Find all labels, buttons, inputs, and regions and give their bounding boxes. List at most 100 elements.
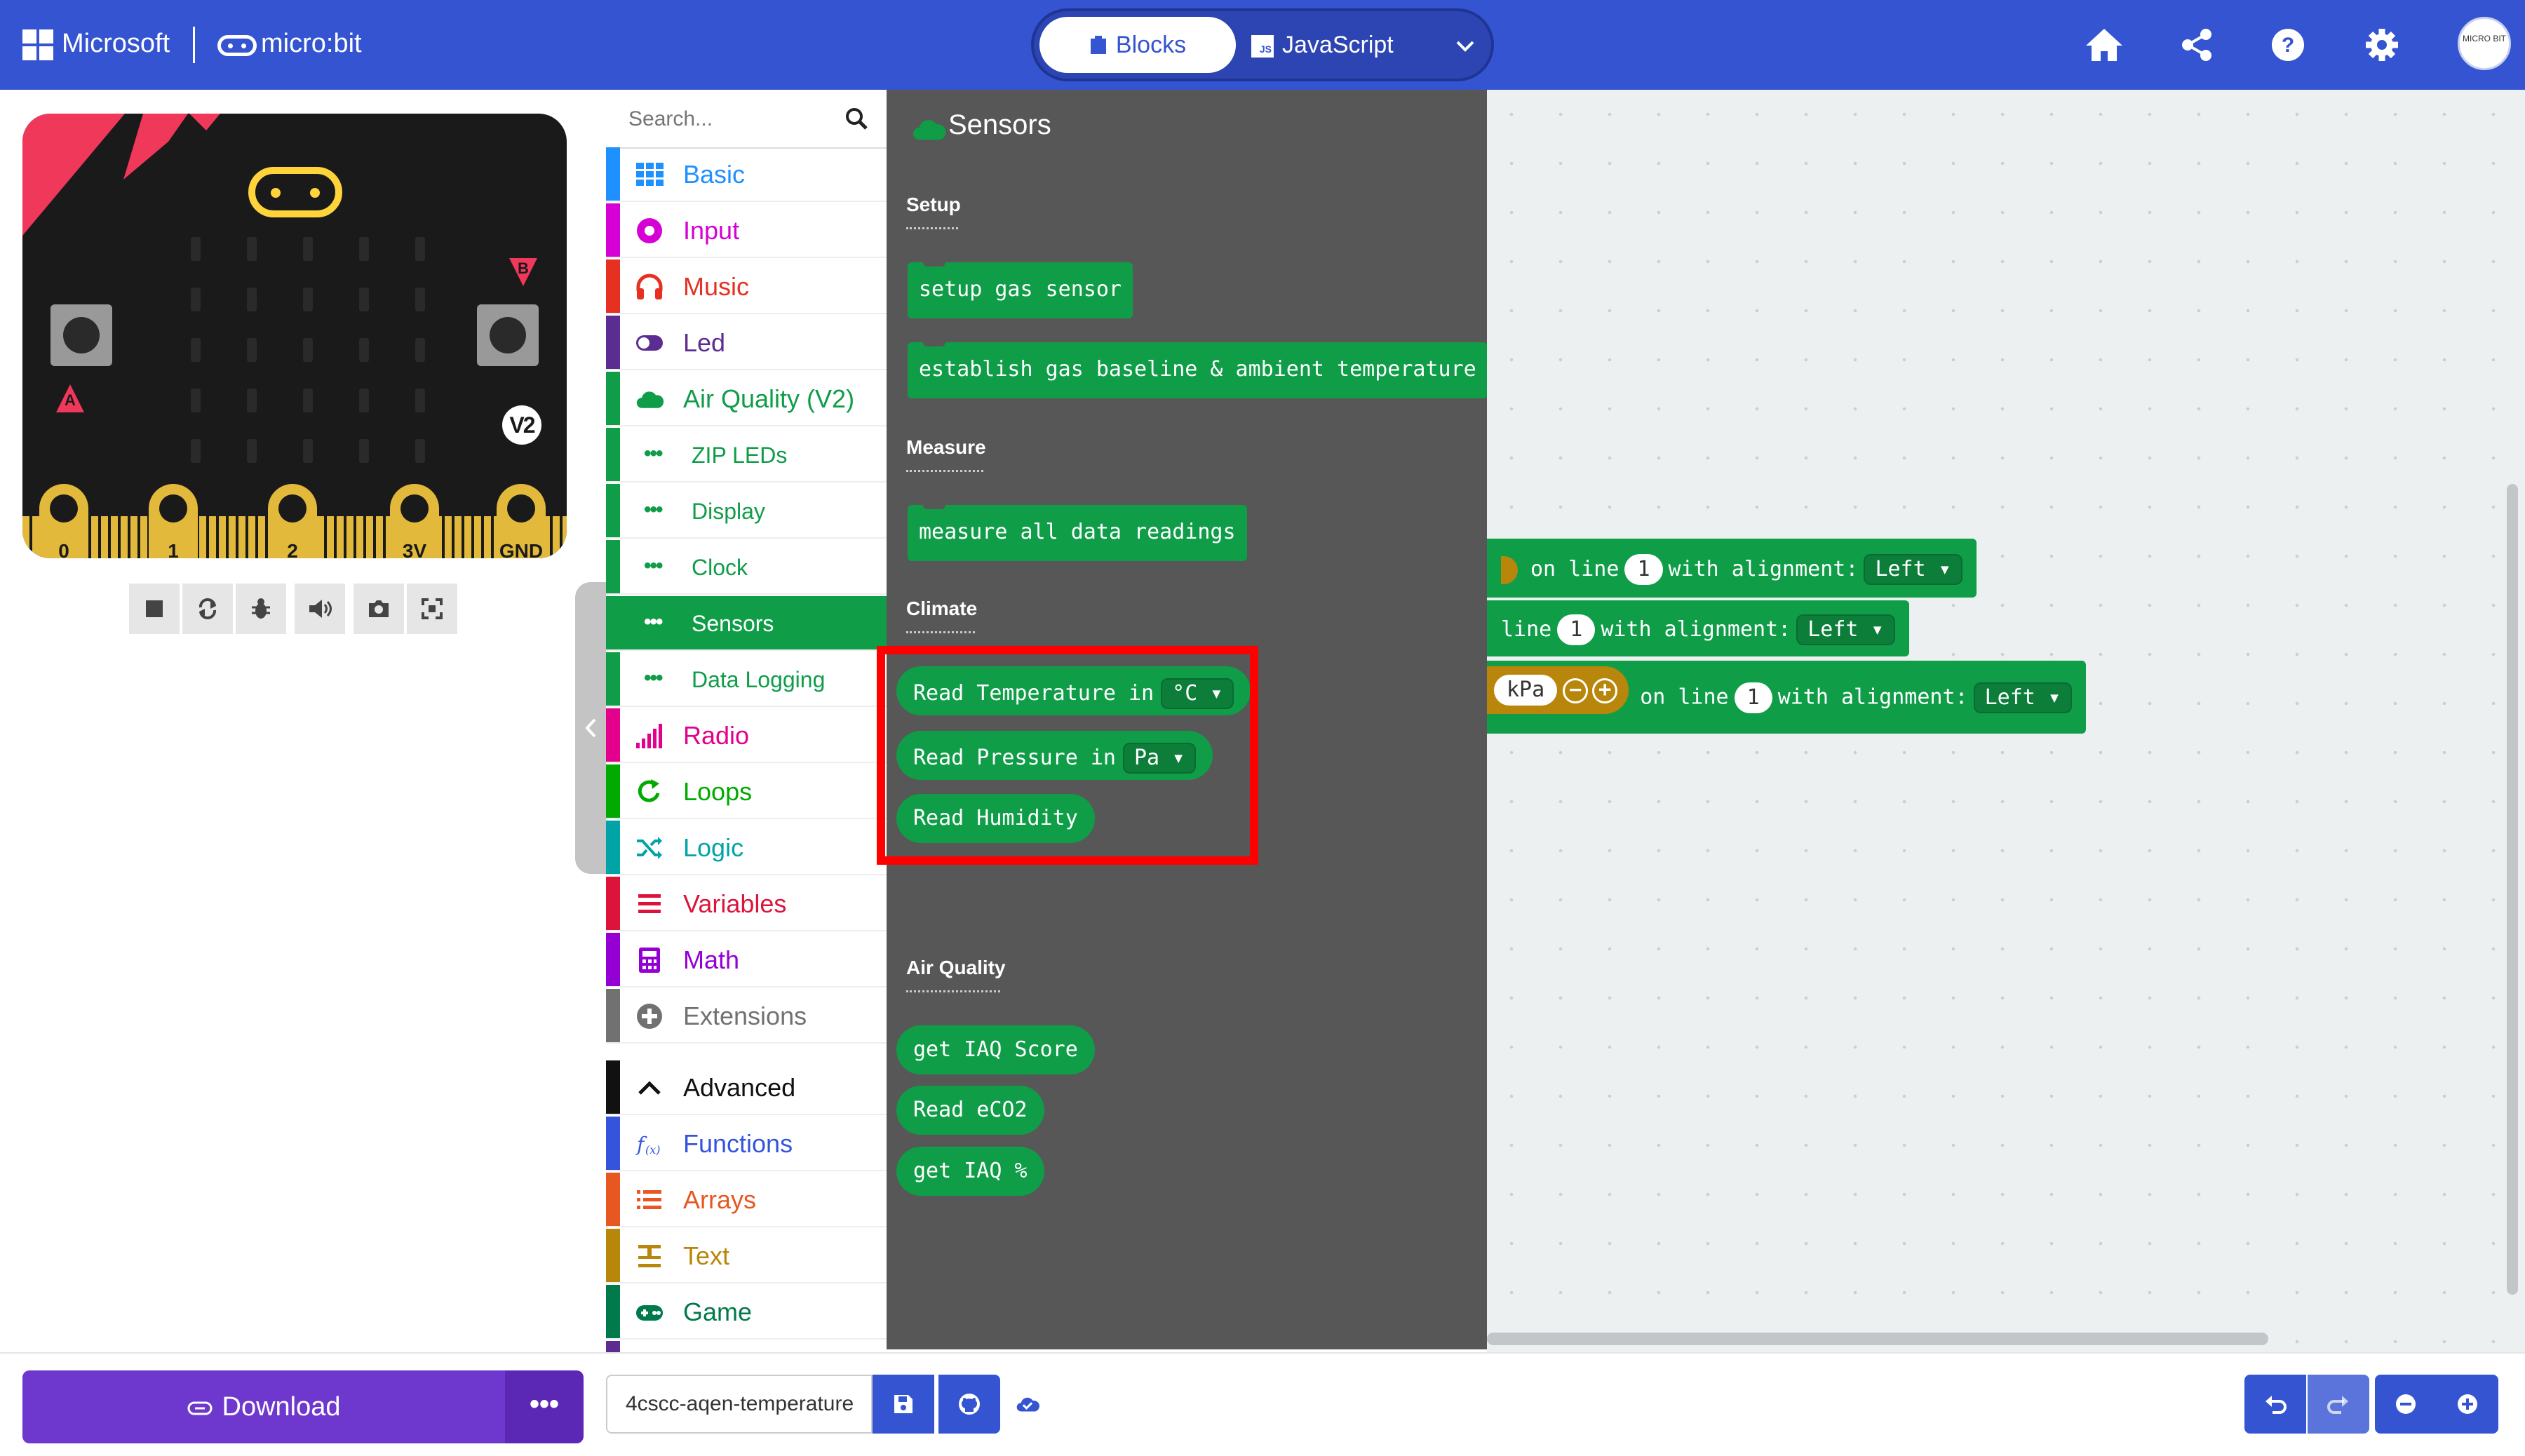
tab-javascript[interactable]: JS JavaScript: [1251, 17, 1434, 73]
category-label: Loops: [683, 777, 753, 806]
category-label: Music: [683, 272, 750, 301]
alignment-dropdown[interactable]: Left ▾: [1796, 614, 1895, 645]
horizontal-scrollbar[interactable]: [1487, 1333, 2268, 1345]
more-options-button[interactable]: •••: [505, 1370, 584, 1443]
link-icon: [187, 1401, 212, 1415]
brand-microsoft[interactable]: Microsoft: [62, 28, 170, 59]
language-dropdown-button[interactable]: [1441, 17, 1490, 73]
github-button[interactable]: [938, 1375, 1000, 1434]
alignment-dropdown[interactable]: Left ▾: [1973, 682, 2072, 713]
mute-icon[interactable]: [295, 584, 345, 634]
help-icon[interactable]: ?: [2263, 20, 2313, 70]
home-icon[interactable]: [2079, 20, 2129, 70]
category-label: Arrays: [683, 1185, 757, 1214]
category-arrays[interactable]: Arrays: [606, 1173, 887, 1227]
category-extensions[interactable]: Extensions: [606, 989, 887, 1044]
fullscreen-icon[interactable]: [407, 584, 457, 634]
block-establish-baseline[interactable]: establish gas baseline & ambient tempera…: [908, 342, 1488, 398]
subcategory-clock[interactable]: ••• Clock: [606, 540, 887, 595]
button-a[interactable]: [50, 304, 112, 366]
shuffle-icon: [637, 837, 662, 859]
block-get-iaq-percent[interactable]: get IAQ %: [896, 1147, 1044, 1196]
workspace-block-line2[interactable]: line 1 with alignment: Left ▾: [1487, 600, 1909, 656]
block-read-eco2[interactable]: Read eCO2: [896, 1086, 1044, 1135]
stop-icon[interactable]: [129, 584, 180, 634]
zoom-in-button[interactable]: [2437, 1375, 2498, 1434]
microbit-logo-icon[interactable]: [217, 35, 257, 56]
caret-down-icon: ▾: [1871, 617, 1884, 642]
workspace-block-line3[interactable]: kPa − + on line 1 with alignment: Left ▾: [1487, 661, 2086, 734]
save-button[interactable]: [873, 1375, 934, 1434]
pressure-reporter[interactable]: kPa − +: [1487, 666, 1629, 714]
restart-icon[interactable]: [182, 584, 233, 634]
category-radio[interactable]: Radio: [606, 708, 887, 763]
alignment-dropdown[interactable]: Left ▾: [1864, 554, 1962, 585]
category-led[interactable]: Led: [606, 316, 887, 370]
category-math[interactable]: Math: [606, 933, 887, 987]
gamepad-icon: [636, 1305, 663, 1321]
project-name-input[interactable]: [606, 1375, 873, 1434]
debug-icon[interactable]: [236, 584, 286, 634]
search-input[interactable]: [627, 101, 840, 137]
collapse-simulator-button[interactable]: [575, 582, 606, 874]
github-icon: [959, 1394, 980, 1415]
tab-blocks[interactable]: Blocks: [1039, 17, 1236, 73]
category-label: Air Quality (V2): [683, 384, 855, 413]
line-number-input[interactable]: 1: [1624, 554, 1663, 585]
category-game[interactable]: Game: [606, 1285, 887, 1340]
search-icon[interactable]: [844, 107, 868, 130]
brand-microbit[interactable]: micro:bit: [261, 28, 362, 59]
touch-logo[interactable]: [248, 167, 342, 217]
category-variables[interactable]: Variables: [606, 877, 887, 931]
block-text: setup gas sensor: [919, 277, 1122, 302]
category-basic[interactable]: Basic: [606, 147, 887, 202]
settings-icon[interactable]: [2357, 20, 2407, 70]
line-number-input[interactable]: 1: [1734, 682, 1772, 713]
line-number-input[interactable]: 1: [1557, 614, 1596, 645]
subcategory-zip-leds[interactable]: ••• ZIP LEDs: [606, 428, 887, 483]
category-loops[interactable]: Loops: [606, 764, 887, 819]
download-button[interactable]: Download: [22, 1370, 505, 1443]
block-setup-gas-sensor[interactable]: setup gas sensor: [908, 262, 1133, 318]
button-b[interactable]: [477, 304, 539, 366]
vertical-scrollbar[interactable]: [2507, 484, 2518, 1295]
highlight-annotation: [877, 646, 1258, 865]
input-circle-icon: [637, 218, 662, 243]
redo-button[interactable]: [2308, 1375, 2369, 1434]
category-label: Variables: [683, 889, 787, 918]
dropdown-value: Left: [1875, 557, 1926, 581]
unit-pill[interactable]: kPa: [1494, 675, 1558, 706]
undo-button[interactable]: [2244, 1375, 2306, 1434]
code-workspace[interactable]: on line 1 with alignment: Left ▾ line 1 with …: [1487, 90, 2525, 1352]
category-label: Functions: [683, 1129, 793, 1158]
plus-circle-icon[interactable]: +: [1592, 678, 1618, 703]
zoom-out-button[interactable]: [2375, 1375, 2437, 1434]
category-input[interactable]: Input: [606, 203, 887, 258]
subcategory-display[interactable]: ••• Display: [606, 484, 887, 539]
minus-circle-icon[interactable]: −: [1563, 678, 1589, 703]
category-logic[interactable]: Logic: [606, 821, 887, 875]
subcategory-sensors[interactable]: ••• Sensors: [606, 596, 887, 651]
category-functions[interactable]: f (x) Functions: [606, 1117, 887, 1171]
subcategory-data-logging[interactable]: ••• Data Logging: [606, 652, 887, 707]
zoom-out-icon: [2396, 1394, 2416, 1414]
cloud-icon: [913, 120, 946, 140]
category-text[interactable]: Text: [606, 1229, 887, 1283]
block-text: on line: [1530, 557, 1620, 581]
subcategory-label: Sensors: [692, 611, 774, 636]
workspace-block-line1[interactable]: on line 1 with alignment: Left ▾: [1487, 539, 1977, 598]
top-bar: Microsoft micro:bit Blocks JS JavaScript …: [0, 0, 2525, 90]
grid-icon: [636, 163, 664, 186]
block-measure-all[interactable]: measure all data readings: [908, 505, 1247, 561]
screenshot-icon[interactable]: [354, 584, 404, 634]
category-music[interactable]: Music: [606, 259, 887, 314]
microbit-simulator[interactable]: A B V2 0 1 2 3V GND: [22, 114, 567, 558]
share-icon[interactable]: [2172, 20, 2222, 70]
block-get-iaq-score[interactable]: get IAQ Score: [896, 1025, 1095, 1074]
javascript-icon: JS: [1251, 35, 1274, 58]
category-air-quality[interactable]: Air Quality (V2): [606, 372, 887, 426]
pin-label: 0: [58, 540, 69, 558]
user-avatar[interactable]: MICRO BIT: [2458, 17, 2511, 70]
microsoft-logo-icon[interactable]: [22, 29, 53, 60]
category-advanced[interactable]: Advanced: [606, 1060, 887, 1115]
